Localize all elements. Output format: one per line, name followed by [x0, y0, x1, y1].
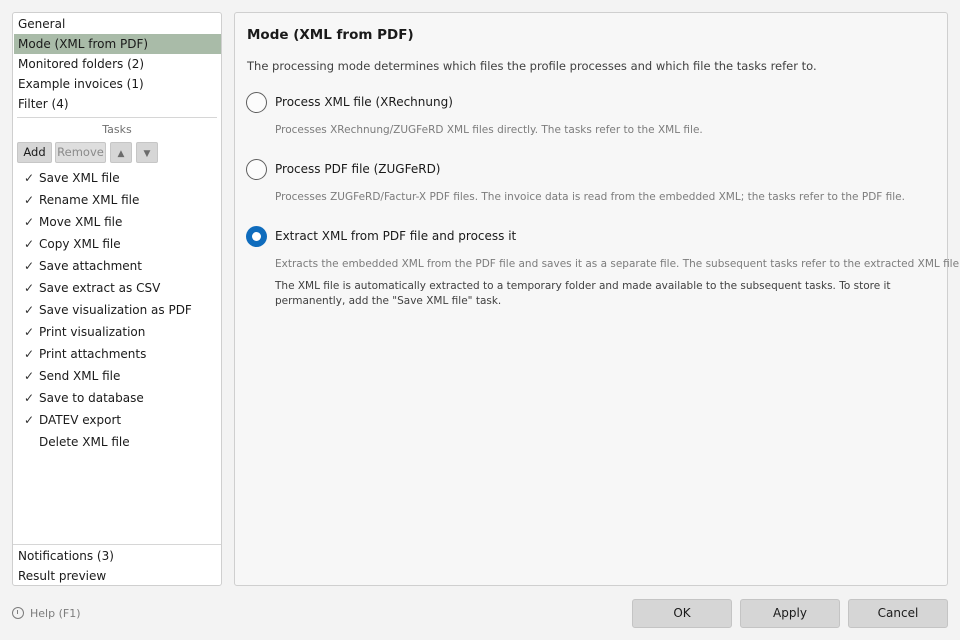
task-item-save-extract-csv[interactable]: ✓ Save extract as CSV [24, 278, 160, 298]
task-item-datev-export[interactable]: ✓ DATEV export [24, 410, 121, 430]
check-icon: ✓ [24, 303, 35, 317]
nav-item-filter[interactable]: Filter (4) [14, 94, 221, 114]
page-description: The processing mode determines which fil… [247, 59, 817, 73]
page-title: Mode (XML from PDF) [247, 27, 414, 43]
help-label: Help (F1) [30, 606, 81, 620]
nav-item-monitored-folders[interactable]: Monitored folders (2) [14, 54, 221, 74]
triangle-down-icon: ▼ [143, 149, 151, 159]
move-task-down-button[interactable]: ▼ [136, 142, 158, 163]
radio-button[interactable] [246, 159, 267, 180]
radio-dot [252, 232, 261, 241]
nav-divider-bottom [13, 544, 221, 545]
cancel-button[interactable]: Cancel [848, 599, 948, 628]
triangle-up-icon: ▲ [117, 149, 125, 159]
task-item-save-visualization-pdf[interactable]: ✓ Save visualization as PDF [24, 300, 192, 320]
option-label: Process XML file (XRechnung) [275, 95, 453, 109]
profile-navigation-panel: General Mode (XML from PDF) Monitored fo… [12, 12, 222, 586]
check-icon: ✓ [24, 171, 35, 185]
apply-button[interactable]: Apply [740, 599, 840, 628]
task-item-move-xml-file[interactable]: ✓ Move XML file [24, 212, 122, 232]
option-label: Extract XML from PDF file and process it [275, 229, 517, 243]
option-note: The XML file is automatically extracted … [275, 280, 891, 307]
check-icon: ✓ [24, 193, 35, 207]
option-process-xml-file[interactable]: Process XML file (XRechnung) [246, 92, 486, 114]
nav-item-example-invoices[interactable]: Example invoices (1) [14, 74, 221, 94]
remove-task-button[interactable]: Remove [55, 142, 106, 163]
option-extract-xml-from-pdf[interactable]: Extract XML from PDF file and process it [246, 226, 546, 248]
check-icon: ✓ [24, 347, 35, 361]
check-icon: ✓ [24, 369, 35, 383]
move-task-up-button[interactable]: ▲ [110, 142, 132, 163]
task-item-copy-xml-file[interactable]: ✓ Copy XML file [24, 234, 121, 254]
check-icon: ✓ [24, 237, 35, 251]
task-item-delete-xml-file[interactable]: Delete XML file [24, 432, 130, 452]
option-description: Processes XRechnung/ZUGFeRD XML files di… [275, 124, 703, 136]
task-item-send-xml-file[interactable]: ✓ Send XML file [24, 366, 120, 386]
option-label: Process PDF file (ZUGFeRD) [275, 162, 441, 176]
task-item-print-attachments[interactable]: ✓ Print attachments [24, 344, 146, 364]
check-icon: ✓ [24, 325, 35, 339]
tasks-section-header: Tasks [102, 123, 132, 136]
radio-button-selected[interactable] [246, 226, 267, 247]
nav-item-general[interactable]: General [14, 14, 221, 34]
nav-item-result-preview[interactable]: Result preview [14, 566, 221, 586]
option-process-pdf-file[interactable]: Process PDF file (ZUGFeRD) [246, 159, 486, 181]
nav-item-mode[interactable]: Mode (XML from PDF) [14, 34, 221, 54]
radio-button[interactable] [246, 92, 267, 113]
check-icon: ✓ [24, 259, 35, 273]
task-item-print-visualization[interactable]: ✓ Print visualization [24, 322, 145, 342]
mode-settings-panel: Mode (XML from PDF) The processing mode … [234, 12, 960, 586]
task-item-save-xml-file[interactable]: ✓ Save XML file [24, 168, 120, 188]
option-description: Extracts the embedded XML from the PDF f… [275, 258, 960, 270]
check-icon: ✓ [24, 413, 35, 427]
add-task-button[interactable]: Add [17, 142, 52, 163]
task-item-save-attachment[interactable]: ✓ Save attachment [24, 256, 142, 276]
task-item-save-to-database[interactable]: ✓ Save to database [24, 388, 144, 408]
check-icon: ✓ [24, 215, 35, 229]
nav-divider [17, 117, 217, 118]
ok-button[interactable]: OK [632, 599, 732, 628]
info-icon [12, 607, 24, 619]
check-icon: ✓ [24, 391, 35, 405]
check-icon: ✓ [24, 281, 35, 295]
option-description: Processes ZUGFeRD/Factur-X PDF files. Th… [275, 191, 905, 203]
nav-item-notifications[interactable]: Notifications (3) [14, 546, 221, 566]
task-item-rename-xml-file[interactable]: ✓ Rename XML file [24, 190, 139, 210]
help-link[interactable]: Help (F1) [12, 605, 80, 621]
